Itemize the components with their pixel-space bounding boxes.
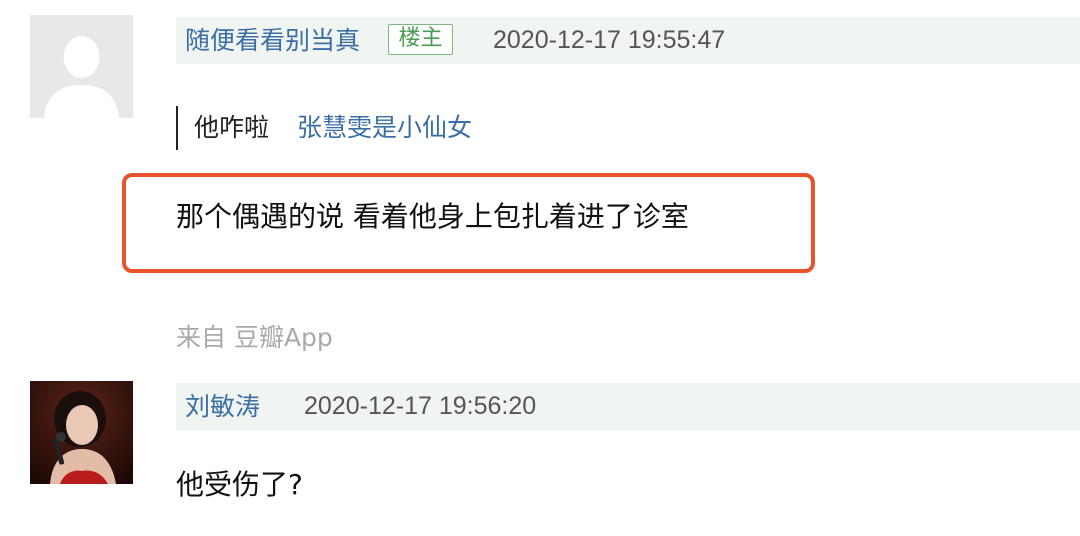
- default-user-silhouette-icon: [30, 15, 133, 118]
- quote-text: 他咋啦: [194, 113, 270, 142]
- op-badge: 楼主: [388, 24, 453, 55]
- comment-timestamp: 2020-12-17 19:55:47: [493, 26, 726, 54]
- comment-header: 刘敏涛 2020-12-17 19:56:20: [176, 383, 1080, 430]
- comment-body: 那个偶遇的说 看着他身上包扎着进了诊室: [176, 200, 689, 233]
- comment-source: 来自 豆瓣App: [176, 323, 333, 352]
- username-link[interactable]: 刘敏涛: [185, 383, 260, 430]
- avatar[interactable]: [30, 15, 133, 118]
- quoted-reply: 他咋啦 张慧雯是小仙女: [176, 106, 472, 150]
- comment-header: 随便看看别当真 楼主 2020-12-17 19:55:47: [176, 17, 1080, 64]
- comment-timestamp: 2020-12-17 19:56:20: [304, 392, 537, 420]
- username-link[interactable]: 随便看看别当真: [185, 17, 360, 64]
- avatar[interactable]: [30, 381, 133, 484]
- quote-author-link[interactable]: 张慧雯是小仙女: [297, 113, 472, 142]
- comment-thread: 随便看看别当真 楼主 2020-12-17 19:55:47 他咋啦 张慧雯是小仙…: [0, 0, 1080, 536]
- comment-body: 他受伤了?: [176, 468, 303, 501]
- user-photo: [30, 381, 133, 484]
